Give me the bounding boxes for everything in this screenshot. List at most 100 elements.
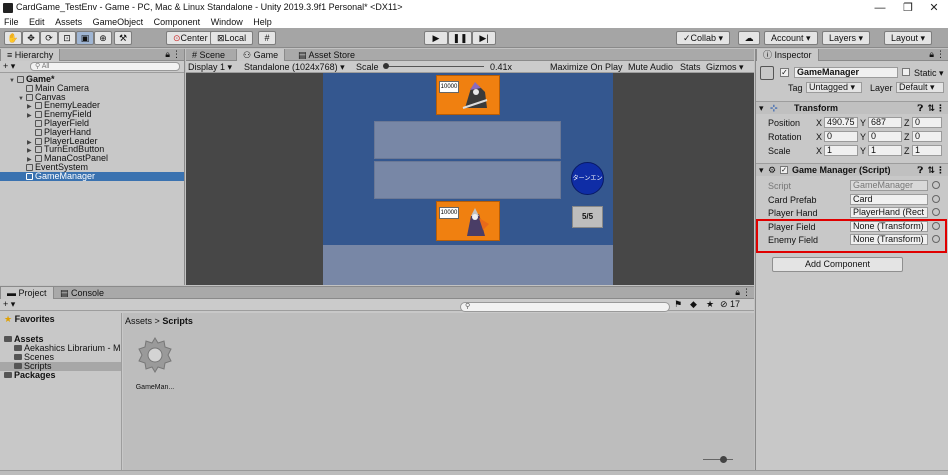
scale-tool-icon[interactable]: ⊡ [58,31,76,45]
enemy-field[interactable] [374,121,561,159]
icon-size-slider[interactable] [703,459,733,460]
turn-end-button[interactable]: ターンエンド [571,162,604,215]
pause-button[interactable]: ❚❚ [448,31,472,45]
project-tree-item[interactable]: ★ Favorites [0,315,121,324]
axis-label-y[interactable]: Y [860,132,866,142]
maximize-on-play-toggle[interactable]: Maximize On Play [550,62,623,72]
rotation-x-field[interactable]: 0 [824,131,858,142]
component-menu-icon[interactable]: ⋮ [936,103,945,114]
collab-dropdown[interactable]: ✓Collab ▾ [676,31,731,45]
breadcrumb-scripts[interactable]: Scripts [162,316,193,326]
project-tree-item[interactable]: Aekashics Librarium - M [0,344,121,353]
axis-label-z[interactable]: Z [904,132,910,142]
menu-window[interactable]: Window [207,16,247,28]
step-button[interactable]: ▶| [472,31,496,45]
custom-tool-icon[interactable]: ⚒ [114,31,132,45]
project-tree-item[interactable]: Scripts [0,362,121,371]
position-y-field[interactable]: 687 [868,117,902,128]
rotation-y-field[interactable]: 0 [868,131,902,142]
breadcrumb-assets[interactable]: Assets [125,316,152,326]
axis-label-x[interactable]: X [816,118,822,128]
asset-tile[interactable]: GameMan... [133,335,177,397]
object-picker-icon[interactable] [932,194,940,203]
menu-edit[interactable]: Edit [25,16,49,28]
cloud-icon[interactable]: ☁ [738,31,760,45]
menu-gameobject[interactable]: GameObject [89,16,148,28]
hierarchy-item[interactable]: ▶ EnemyField [0,110,184,120]
filter-type-icon[interactable]: ⚑ [674,299,682,310]
active-checkbox[interactable]: ✓ [780,68,789,77]
scale-slider[interactable] [384,66,484,67]
lock-icon[interactable]: 🔒︎ [929,49,934,60]
scale-y-field[interactable]: 1 [868,145,902,156]
menu-dots-icon[interactable]: ⋮ [742,287,751,298]
snap-grid-icon[interactable]: # [258,31,276,45]
component-menu-icon[interactable]: ⋮ [936,165,945,176]
menu-assets[interactable]: Assets [51,16,86,28]
axis-label-x[interactable]: X [816,146,822,156]
tab-asset-store[interactable]: ▤ Asset Store [292,49,361,61]
hierarchy-item[interactable]: ▶ ManaCostPanel [0,154,184,164]
gizmos-dropdown[interactable]: Gizmos ▾ [706,62,744,73]
hierarchy-search-input[interactable]: ⚲ All [30,62,180,71]
account-dropdown[interactable]: Account ▾ [764,31,818,45]
tag-dropdown[interactable]: Untagged ▾ [806,82,862,93]
transform-header[interactable]: ▾ ⊹ Transform ❓︎ ⇅ ⋮ [756,101,948,114]
layout-dropdown[interactable]: Layout ▾ [884,31,933,45]
hierarchy-item[interactable]: PlayerField [0,119,184,128]
move-tool-icon[interactable]: ✥ [22,31,40,45]
favorite-star-icon[interactable]: ★ [706,299,714,310]
project-tree-item[interactable]: Scenes [0,353,121,362]
player-field[interactable] [374,161,561,199]
static-checkbox[interactable] [902,68,910,76]
menu-help[interactable]: Help [249,16,276,28]
player-hand-zone[interactable] [323,245,613,285]
maximize-button[interactable]: ❐ [894,0,922,16]
tab-console[interactable]: ▤ Console [54,287,110,299]
icon-size-slider-thumb[interactable] [720,456,727,463]
position-x-field[interactable]: 490.75 [824,117,858,128]
play-button[interactable]: ▶ [424,31,448,45]
player-leader-card[interactable]: 10000 [436,201,500,241]
project-search-input[interactable]: ⚲ [460,302,670,312]
filter-label-icon[interactable]: ◆ [690,299,697,310]
hand-tool-icon[interactable]: ✋ [4,31,22,45]
project-tree-item[interactable]: Assets [0,335,121,344]
hierarchy-item[interactable]: ▼ Game* [0,75,184,85]
mute-audio-toggle[interactable]: Mute Audio [628,62,673,72]
stats-toggle[interactable]: Stats [680,62,701,72]
object-reference-field[interactable]: PlayerHand (Rect [850,207,928,218]
scale-z-field[interactable]: 1 [912,145,942,156]
tab-scene[interactable]: # Scene [186,49,231,61]
rotation-z-field[interactable]: 0 [912,131,942,142]
help-icon[interactable]: ❓︎ [918,103,923,114]
menu-file[interactable]: File [0,16,23,28]
help-icon[interactable]: ❓︎ [918,165,923,176]
hierarchy-item[interactable]: Main Camera [0,83,184,93]
create-dropdown[interactable]: + ▾ [3,299,15,310]
object-name-field[interactable]: GameManager [794,67,898,78]
tab-project[interactable]: ▬ Project [0,287,54,299]
layers-dropdown[interactable]: Layers ▾ [822,31,871,45]
scale-x-field[interactable]: 1 [824,145,858,156]
menu-component[interactable]: Component [150,16,205,28]
menu-dots-icon[interactable]: ⋮ [172,49,181,60]
object-picker-icon[interactable] [932,181,940,189]
scale-slider-thumb[interactable] [383,63,389,69]
pivot-center-button[interactable]: ⊙Center [166,31,215,45]
axis-label-z[interactable]: Z [904,118,910,128]
preset-icon[interactable]: ⇅ [927,103,935,114]
script-component-header[interactable]: ▾ ⚙ ✓ Game Manager (Script) ❓︎ ⇅ ⋮ [756,163,948,176]
lock-icon[interactable]: 🔒︎ [735,287,740,298]
enemy-leader-card[interactable]: 10000 [436,75,500,115]
add-component-button[interactable]: Add Component [772,257,903,272]
project-tree-item[interactable]: Packages [0,371,121,380]
tab-game[interactable]: ⚇ Game [236,49,286,61]
fold-arrow-icon[interactable]: ▾ [759,165,764,176]
hierarchy-item[interactable]: ▶ EnemyLeader [0,101,184,111]
menu-dots-icon[interactable]: ⋮ [936,49,945,60]
resolution-dropdown[interactable]: Standalone (1024x768) ▾ [244,62,345,73]
lock-icon[interactable]: 🔒︎ [165,49,170,60]
create-dropdown[interactable]: + ▾ [3,61,15,72]
object-reference-field[interactable]: GameManager [850,180,928,191]
